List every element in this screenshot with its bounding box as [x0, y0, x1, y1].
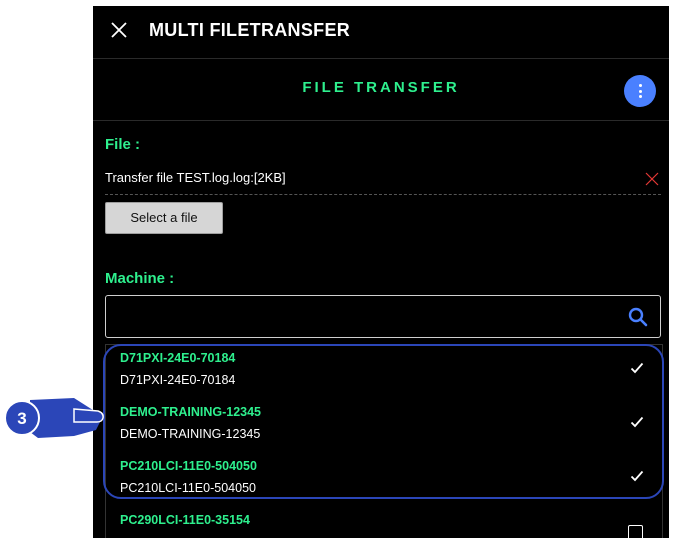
machine-list-item[interactable]: DEMO-TRAINING-12345 DEMO-TRAINING-12345 [106, 399, 662, 453]
machine-list: D71PXI-24E0-70184 D71PXI-24E0-70184 DEMO… [105, 344, 663, 538]
file-label: File : [105, 136, 141, 153]
app-title: MULTI FILETRANSFER [149, 20, 351, 40]
check-icon[interactable] [630, 361, 644, 375]
check-icon[interactable] [630, 469, 644, 483]
machine-checkbox[interactable] [628, 525, 643, 538]
kebab-menu-icon[interactable] [624, 75, 656, 107]
machine-list-item[interactable]: D71PXI-24E0-70184 D71PXI-24E0-70184 [106, 345, 662, 399]
step-number: 3 [17, 409, 26, 428]
file-transfer-panel: MULTI FILETRANSFER FILE TRANSFER File : … [93, 6, 669, 538]
machine-label: Machine : [105, 270, 175, 287]
selected-file-name: Transfer file TEST.log.log:[2KB] [105, 170, 286, 185]
search-icon[interactable] [627, 306, 649, 328]
machine-subtitle: DEMO-TRAINING-12345 [120, 427, 261, 441]
machine-subtitle: PC210LCI-11E0-504050 [120, 481, 256, 495]
machine-name: PC290LCI-11E0-35154 [120, 513, 250, 527]
check-icon[interactable] [630, 415, 644, 429]
machine-search-box [105, 295, 661, 338]
machine-name: D71PXI-24E0-70184 [120, 351, 236, 365]
machine-list-item[interactable]: PC210LCI-11E0-504050 PC210LCI-11E0-50405… [106, 453, 662, 507]
machine-search-input[interactable] [112, 302, 616, 332]
machine-name: DEMO-TRAINING-12345 [120, 405, 261, 419]
machine-subtitle: D71PXI-24E0-70184 [120, 373, 236, 387]
remove-icon[interactable] [645, 172, 659, 186]
pointing-hand-icon: 3 [4, 398, 104, 438]
sub-header: FILE TRANSFER [93, 59, 669, 121]
selected-file-row: Transfer file TEST.log.log:[2KB] [105, 168, 661, 195]
machine-list-item[interactable]: PC290LCI-11E0-35154 [106, 507, 662, 538]
top-bar: MULTI FILETRANSFER [93, 6, 669, 59]
section-title: FILE TRANSFER [302, 79, 460, 96]
close-icon[interactable] [107, 18, 131, 42]
select-file-button[interactable]: Select a file [105, 202, 223, 234]
machine-name: PC210LCI-11E0-504050 [120, 459, 257, 473]
